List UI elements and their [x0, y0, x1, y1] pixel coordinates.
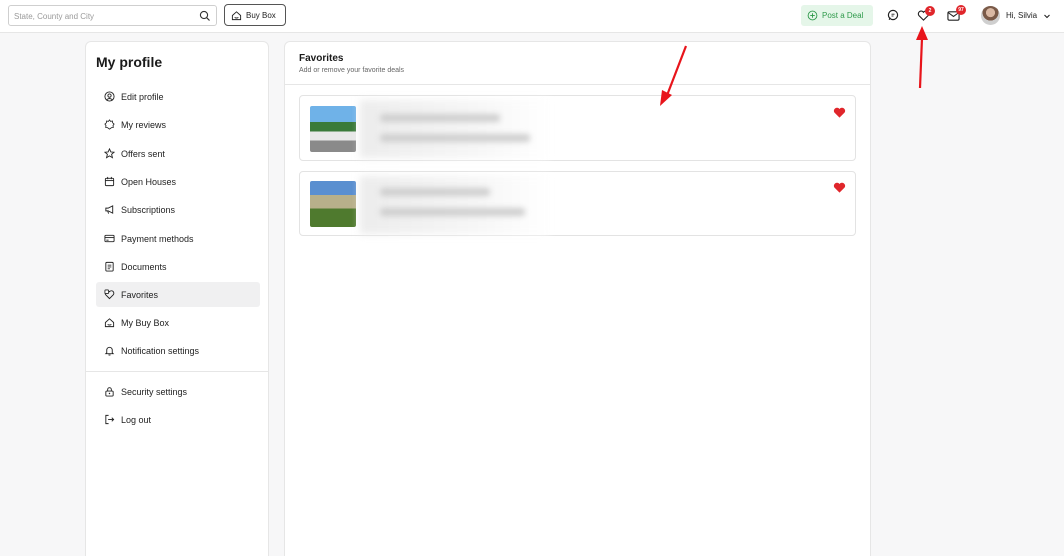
chevron-down-icon — [1044, 14, 1051, 18]
favorites-count-badge: 2 — [925, 6, 935, 16]
favorite-deal-card[interactable] — [299, 171, 856, 236]
redacted-deal-details — [360, 100, 550, 158]
sidebar-item-label: Payment methods — [121, 233, 194, 244]
sidebar-divider — [86, 371, 268, 372]
messages-count-badge: 97 — [956, 5, 966, 15]
chat-icon[interactable] — [886, 8, 900, 22]
sidebar-item-label: My reviews — [121, 119, 167, 130]
logout-icon — [105, 414, 115, 425]
bell-icon — [104, 346, 115, 356]
sidebar-item-notification-settings[interactable]: Notification settings — [96, 338, 260, 363]
sidebar-item-offers-sent[interactable]: Offers sent — [96, 141, 260, 166]
heart-filled-icon[interactable] — [833, 181, 846, 194]
sidebar-item-edit-profile[interactable]: Edit profile — [96, 84, 260, 109]
sidebar-item-my-buy-box[interactable]: My Buy Box — [96, 310, 260, 335]
document-icon — [105, 261, 114, 272]
sidebar-item-label: Notification settings — [121, 345, 200, 356]
deal-thumbnail[interactable] — [310, 181, 356, 227]
favorites-icon — [104, 289, 115, 300]
sidebar-item-payment-methods[interactable]: Payment methods — [96, 226, 260, 251]
redacted-text — [380, 188, 490, 196]
post-deal-button[interactable]: Post a Deal — [801, 5, 873, 26]
redacted-text — [380, 134, 530, 142]
panel-header: Favorites Add or remove your favorite de… — [285, 42, 870, 85]
deal-thumbnail[interactable] — [310, 106, 356, 152]
sidebar-item-label: Subscriptions — [121, 204, 176, 215]
user-menu[interactable]: Hi, Silvia — [981, 6, 1051, 25]
user-greeting: Hi, Silvia — [1006, 11, 1038, 20]
buybox-icon — [231, 10, 242, 20]
sidebar-item-label: Edit profile — [121, 91, 164, 102]
sidebar-item-label: My Buy Box — [121, 317, 170, 328]
redacted-text — [380, 114, 500, 122]
favorite-deal-card[interactable] — [299, 95, 856, 161]
page-subtitle: Add or remove your favorite deals — [299, 67, 405, 74]
sidebar-item-subscriptions[interactable]: Subscriptions — [96, 197, 260, 222]
annotation-arrow — [660, 45, 688, 106]
location-search-box[interactable] — [8, 5, 217, 26]
sidebar-item-label: Documents — [121, 261, 167, 272]
calendar-icon — [104, 176, 115, 187]
location-search-input[interactable] — [14, 10, 194, 22]
sidebar-item-open-houses[interactable]: Open Houses — [96, 169, 260, 194]
credit-card-icon — [104, 234, 115, 243]
messages-nav-button[interactable]: 97 — [946, 5, 968, 26]
star-badge-icon — [104, 119, 115, 130]
sidebar-item-documents[interactable]: Documents — [96, 254, 260, 279]
avatar — [981, 6, 1000, 25]
sidebar-item-log-out[interactable]: Log out — [96, 407, 260, 432]
search-icon[interactable] — [199, 10, 211, 22]
top-navigation-bar: Buy Box Post a Deal 2 97 Hi, Silvia — [0, 0, 1064, 33]
lock-icon — [105, 387, 114, 397]
user-circle-icon — [104, 91, 115, 102]
heart-filled-icon[interactable] — [833, 106, 846, 119]
page-title: Favorites — [299, 53, 344, 64]
sidebar-title: My profile — [96, 54, 163, 70]
sidebar-item-label: Security settings — [121, 386, 188, 397]
redacted-text — [380, 208, 525, 216]
favorites-panel: Favorites Add or remove your favorite de… — [284, 41, 871, 556]
megaphone-icon — [105, 205, 114, 214]
buybox-icon — [104, 318, 115, 328]
sidebar-item-favorites[interactable]: Favorites — [96, 282, 260, 307]
redacted-deal-details — [360, 176, 550, 234]
post-deal-label: Post a Deal — [822, 11, 864, 20]
sidebar-item-label: Favorites — [121, 289, 159, 300]
buy-box-button[interactable]: Buy Box — [224, 4, 286, 26]
buy-box-label: Buy Box — [246, 10, 276, 20]
star-icon — [104, 148, 115, 159]
sidebar-item-label: Log out — [121, 414, 152, 425]
sidebar-item-label: Offers sent — [121, 148, 165, 159]
sidebar-item-security-settings[interactable]: Security settings — [96, 379, 260, 404]
profile-sidebar: My profile Edit profile My reviews Offer… — [85, 41, 269, 556]
sidebar-item-my-reviews[interactable]: My reviews — [96, 112, 260, 137]
plus-circle-icon — [807, 10, 818, 21]
annotation-arrow — [916, 26, 928, 89]
sidebar-item-label: Open Houses — [121, 176, 177, 187]
